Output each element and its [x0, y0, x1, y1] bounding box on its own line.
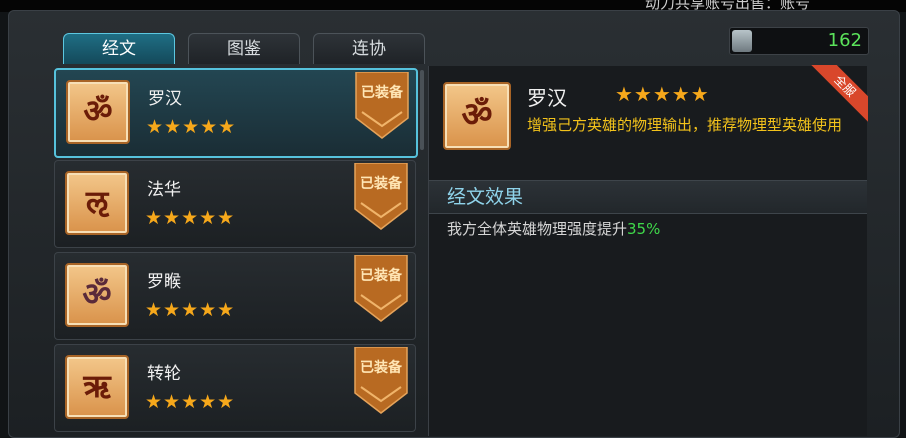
sutra-icon: ॐ — [443, 82, 511, 150]
ribbon-badge: 全服 — [810, 65, 868, 123]
sutra-name: 法华 — [147, 180, 181, 200]
effect-section-header: 经文效果 — [429, 180, 867, 214]
star-rating: ★★★★★ — [145, 207, 236, 229]
sutra-icon: ॐ — [66, 80, 130, 144]
star-rating: ★★★★★ — [146, 116, 237, 138]
sutra-name: 罗睺 — [147, 272, 181, 292]
sutra-card-fahua[interactable]: ऌ 法华 ★★★★★ 已装备 — [54, 160, 416, 248]
equipped-label: 已装备 — [360, 176, 402, 192]
tab-combo[interactable]: 连协 — [313, 33, 425, 64]
sutra-list: ॐ 罗汉 ★★★★★ 已装备 ऌ 法华 ★★★★★ 已装备 ॐ 罗睺 ★★★★★ — [52, 66, 418, 436]
effect-text: 我方全体英雄物理强度提升35% — [447, 218, 660, 239]
sutra-card-luohou[interactable]: ॐ 罗睺 ★★★★★ 已装备 — [54, 252, 416, 340]
equipped-label: 已装备 — [361, 85, 403, 101]
scroll-icon — [732, 30, 752, 52]
tab-sutra[interactable]: 经文 — [63, 33, 175, 64]
sutra-icon: ऋ — [65, 355, 129, 419]
sutra-card-zhuanlun[interactable]: ऋ 转轮 ★★★★★ 已装备 — [54, 344, 416, 432]
detail-description: 增强己方英雄的物理输出，推荐物理型英雄使用 — [527, 116, 843, 134]
sutra-icon: ऌ — [65, 171, 129, 235]
equipped-label: 已装备 — [360, 360, 402, 376]
sutra-count-value: 162 — [827, 30, 862, 51]
sutra-name: 转轮 — [147, 364, 181, 384]
sutra-count: 162 — [729, 27, 869, 55]
detail-star-rating: ★★★★★ — [615, 82, 710, 106]
equipped-label: 已装备 — [360, 268, 402, 284]
effect-prefix: 我方全体英雄物理强度提升 — [447, 220, 628, 238]
equipped-badge: 已装备 — [354, 72, 410, 140]
equipped-badge: 已装备 — [353, 347, 409, 415]
star-rating: ★★★★★ — [145, 391, 236, 413]
detail-name: 罗汉 — [527, 86, 567, 110]
list-scrollbar[interactable] — [420, 70, 424, 150]
equipped-badge: 已装备 — [353, 255, 409, 323]
sutra-icon: ॐ — [65, 263, 129, 327]
effect-value: 35% — [627, 220, 661, 238]
tab-collection[interactable]: 图鉴 — [188, 33, 300, 64]
sutra-detail-panel: ॐ 罗汉 ★★★★★ 增强己方英雄的物理输出，推荐物理型英雄使用 全服 经文效果… — [428, 65, 868, 436]
effect-section-title: 经文效果 — [447, 186, 524, 208]
equipped-badge: 已装备 — [353, 163, 409, 231]
star-rating: ★★★★★ — [145, 299, 236, 321]
sutra-name: 罗汉 — [148, 89, 182, 109]
sutra-card-luohan[interactable]: ॐ 罗汉 ★★★★★ 已装备 — [54, 68, 418, 158]
ribbon-label: 全服 — [810, 65, 868, 123]
